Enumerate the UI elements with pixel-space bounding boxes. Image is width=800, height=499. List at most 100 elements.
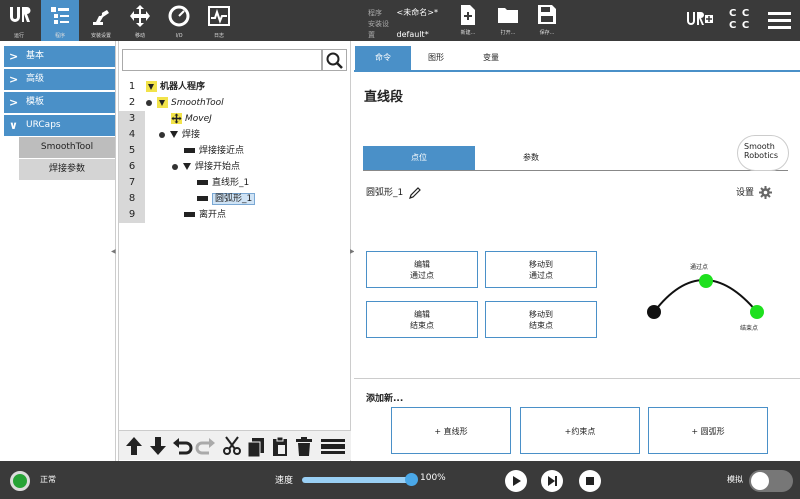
add-line-button[interactable]: + 直线形 (391, 407, 511, 454)
category-advanced[interactable]: > 高级 (4, 69, 115, 90)
line-number: 4 (119, 127, 145, 143)
undo-icon[interactable] (171, 434, 193, 458)
move-to-end-point-button[interactable]: 移动到 结束点 (485, 301, 597, 338)
logo-line-1: Smooth (744, 142, 775, 151)
expand-triangle-icon (183, 163, 191, 170)
tree-node-label: 焊接 (182, 130, 201, 140)
shape-name: 圆弧形_1 (366, 185, 421, 199)
tree-node-exit[interactable]: 离开点 (184, 207, 226, 223)
save-button-label: 保存... (539, 30, 555, 36)
status-indicator-icon[interactable] (10, 471, 30, 491)
tree-node-label: 焊接开始点 (195, 162, 241, 172)
subtab-params[interactable]: 参数 (475, 146, 587, 170)
search-button[interactable] (322, 49, 347, 71)
program-node-sidebar: > 基本 > 高级 > 模板 ∨ URCaps SmoothTool 焊接参数 (0, 41, 116, 461)
save-button[interactable]: 保存... (531, 4, 563, 39)
subtab-points[interactable]: 点位 (363, 146, 475, 170)
footer-bar: 正常 速度 100% 模拟 (0, 461, 800, 499)
tree-node-movej[interactable]: MoveJ (171, 111, 212, 127)
cut-icon[interactable] (221, 434, 243, 458)
edit-end-point-button[interactable]: 编辑 结束点 (366, 301, 478, 338)
program-tree: 1 2 3 4 5 6 7 8 9 机器人程序 SmoothTool MoveJ… (118, 41, 351, 461)
hamburger-menu-icon[interactable] (768, 11, 792, 31)
speed-slider-knob[interactable] (405, 473, 418, 486)
category-basic[interactable]: > 基本 (4, 46, 115, 67)
paste-icon[interactable] (269, 434, 291, 458)
simulation-toggle-knob[interactable] (751, 472, 769, 490)
pencil-icon[interactable] (409, 186, 421, 199)
expand-triangle-icon (146, 81, 157, 92)
line-number: 7 (119, 175, 145, 191)
arc-diagram: 通过点 结束点 (647, 263, 764, 332)
redo-icon[interactable] (195, 434, 217, 458)
open-folder-icon (498, 8, 518, 23)
chevron-right-icon: > (9, 96, 19, 109)
shape-name-label: 圆弧形_1 (366, 188, 404, 198)
tab-variables[interactable]: 变量 (466, 46, 516, 70)
program-info: 程序 <未命名>* 安装设置 default* (368, 7, 438, 41)
tab-command[interactable]: 命令 (355, 46, 411, 70)
urcap-smoothtool[interactable]: SmoothTool (19, 137, 115, 158)
tree-node-weld-approach[interactable]: 焊接接近点 (184, 143, 244, 159)
installation-tab[interactable]: 安装设置 (82, 0, 120, 41)
collapse-left-icon[interactable]: ◀ (111, 248, 117, 256)
settings-button[interactable]: 设置 (736, 185, 772, 199)
open-button[interactable]: 打开... (492, 4, 524, 39)
tree-node-smoothtool[interactable]: SmoothTool (146, 95, 224, 111)
tree-node-weld[interactable]: 焊接 (159, 127, 200, 143)
step-button[interactable] (541, 470, 563, 492)
copy-icon[interactable] (245, 434, 267, 458)
category-urcaps[interactable]: ∨ URCaps (4, 115, 115, 136)
new-button[interactable]: 新建... (452, 4, 484, 39)
category-label: 基本 (26, 51, 45, 61)
button-line-1: 编辑 (414, 310, 430, 319)
delete-icon[interactable] (293, 434, 315, 458)
start-point-marker (647, 305, 661, 319)
run-tab[interactable]: 运行 (0, 0, 38, 41)
top-bar: 运行 程序 安装设置 移动 I/O 日志 程序 <未命名>* 安装设置 defa… (0, 0, 800, 41)
stop-button[interactable] (579, 470, 601, 492)
move-up-icon[interactable] (123, 434, 145, 458)
installation-tab-label: 安装设置 (90, 33, 111, 39)
tree-node-weld-start[interactable]: 焊接开始点 (172, 159, 240, 175)
robot-arm-icon (93, 10, 109, 25)
tab-graphics[interactable]: 图形 (411, 46, 461, 70)
io-tab-label: I/O (175, 33, 183, 39)
speed-slider[interactable] (302, 477, 412, 483)
line-number: 2 (128, 97, 136, 108)
tree-node-label: 机器人程序 (160, 82, 206, 92)
move-arrows-icon (171, 113, 182, 124)
tree-node-robot-program[interactable]: 机器人程序 (146, 79, 205, 95)
move-tab[interactable]: 移动 (121, 0, 159, 41)
urcap-weld-params[interactable]: 焊接参数 (19, 159, 115, 180)
line-number: 1 (128, 81, 136, 92)
cc-indicator[interactable]: C C C C (729, 8, 750, 32)
button-line-1: 编辑 (414, 260, 430, 269)
search-input[interactable] (122, 49, 322, 71)
category-templates[interactable]: > 模板 (4, 92, 115, 113)
tree-node-line-1[interactable]: 直线形_1 (197, 175, 249, 191)
tree-node-arc-1[interactable]: 圆弧形_1 (197, 191, 256, 207)
edit-via-point-button[interactable]: 编辑 通过点 (366, 251, 478, 288)
suppress-icon[interactable] (319, 434, 347, 458)
tree-toolbar (119, 430, 351, 460)
chevron-right-icon: > (9, 50, 19, 63)
move-to-via-point-button[interactable]: 移动到 通过点 (485, 251, 597, 288)
line-number: 6 (119, 159, 145, 175)
tree-node-label: 直线形_1 (212, 178, 250, 188)
play-button[interactable] (505, 470, 527, 492)
waypoint-icon (197, 196, 208, 201)
program-key: 程序 (368, 9, 382, 17)
log-tab[interactable]: 日志 (200, 0, 238, 41)
move-down-icon[interactable] (147, 434, 169, 458)
urplus-icon[interactable] (686, 10, 714, 32)
io-tab[interactable]: I/O (160, 0, 198, 41)
button-line-2: 通过点 (529, 271, 553, 280)
add-constraint-point-button[interactable]: +约束点 (520, 407, 640, 454)
program-icon (51, 7, 69, 24)
waypoint-icon (184, 212, 195, 217)
installation-key: 安装设置 (368, 20, 389, 39)
add-arc-button[interactable]: + 圆弧形 (648, 407, 768, 454)
installation-name: default* (396, 30, 429, 39)
program-tab[interactable]: 程序 (41, 0, 79, 41)
